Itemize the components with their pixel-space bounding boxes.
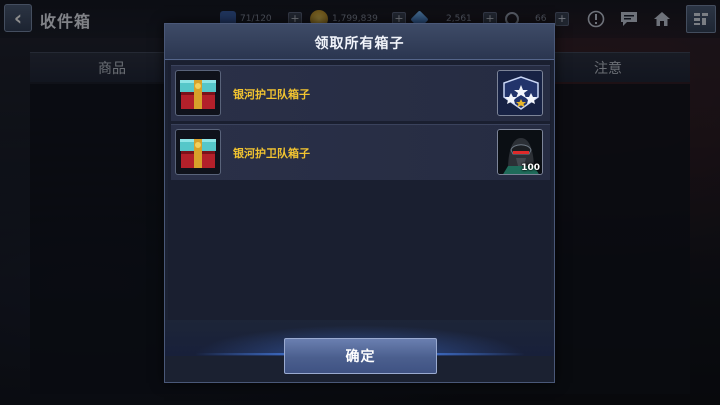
reward-item-name: 银河护卫队箱子 — [233, 147, 310, 160]
reward-item-name: 银河护卫队箱子 — [233, 88, 310, 101]
dialog-title: 领取所有箱子 — [314, 36, 405, 52]
dialog-header: 领取所有箱子 — [165, 24, 554, 60]
confirm-button[interactable]: 确定 — [284, 338, 437, 374]
rank-stars-badge-icon — [497, 70, 543, 116]
gift-box-icon — [175, 129, 221, 175]
reward-row: 银河护卫队箱子 — [171, 65, 550, 121]
gift-box-icon — [175, 70, 221, 116]
reward-row: 银河护卫队箱子 100 — [171, 124, 550, 180]
hero-portrait-icon: 100 — [497, 129, 543, 175]
reward-quantity: 100 — [521, 163, 540, 173]
claim-all-dialog: 领取所有箱子 银河护卫队箱子 银河护卫队箱子 100 确定 — [164, 23, 555, 383]
